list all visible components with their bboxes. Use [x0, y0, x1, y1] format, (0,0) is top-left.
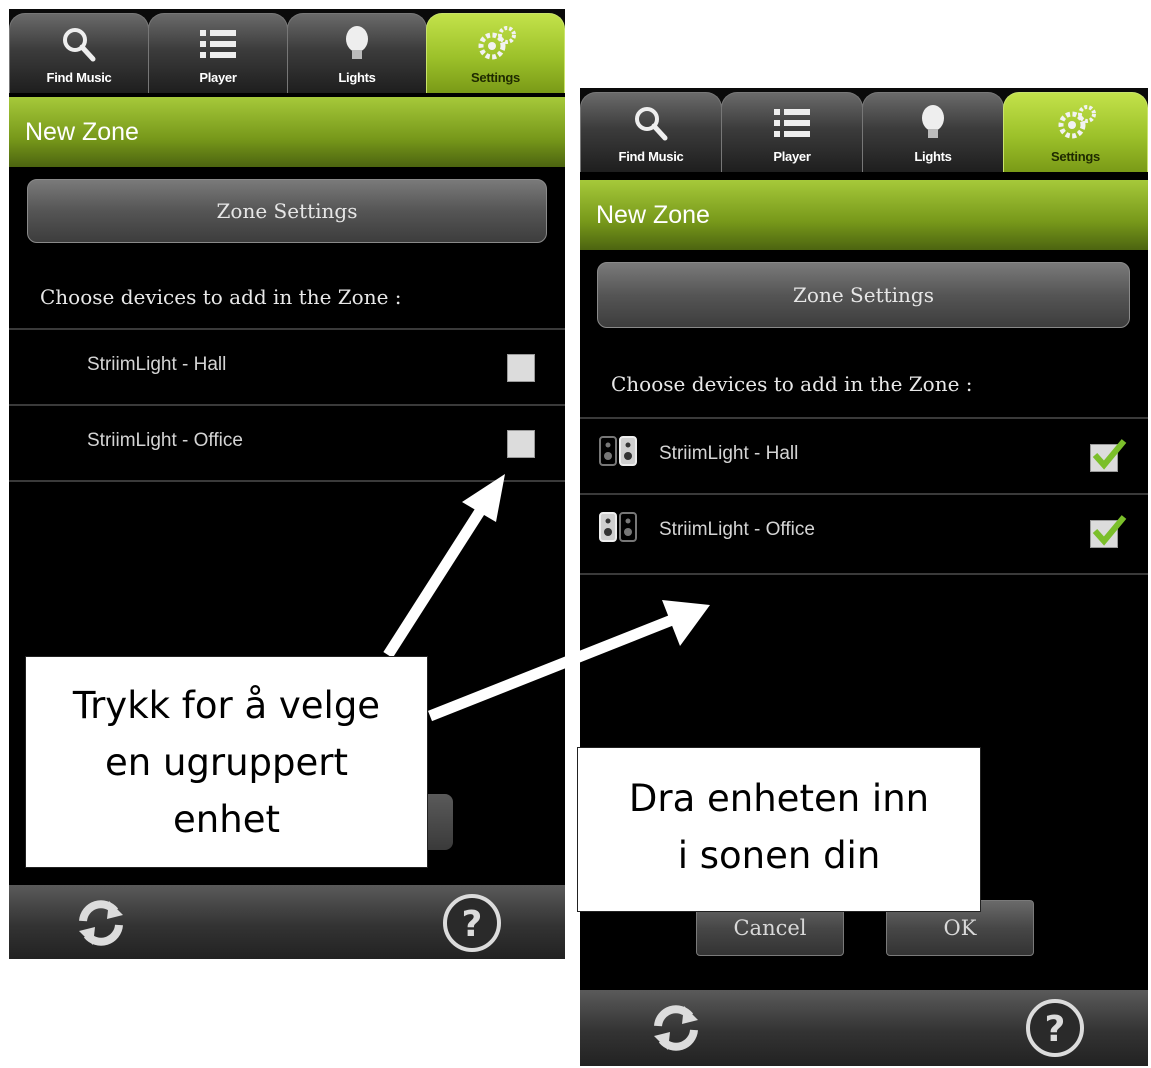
arrow-to-zone	[427, 614, 675, 722]
arrow-to-checkbox	[383, 505, 487, 658]
callout-line: enhet	[173, 798, 280, 841]
callout-line: en ugruppert	[104, 741, 349, 784]
callout-line: Dra enheten inn	[628, 777, 930, 820]
callout-line: i sonen din	[677, 834, 881, 877]
callout-drag-device: Dra enheten inn i sonen din	[577, 747, 981, 912]
callout-select-device: Trykk for å velge en ugruppert enhet	[25, 656, 428, 868]
callout-line: Trykk for å velge	[72, 684, 381, 727]
